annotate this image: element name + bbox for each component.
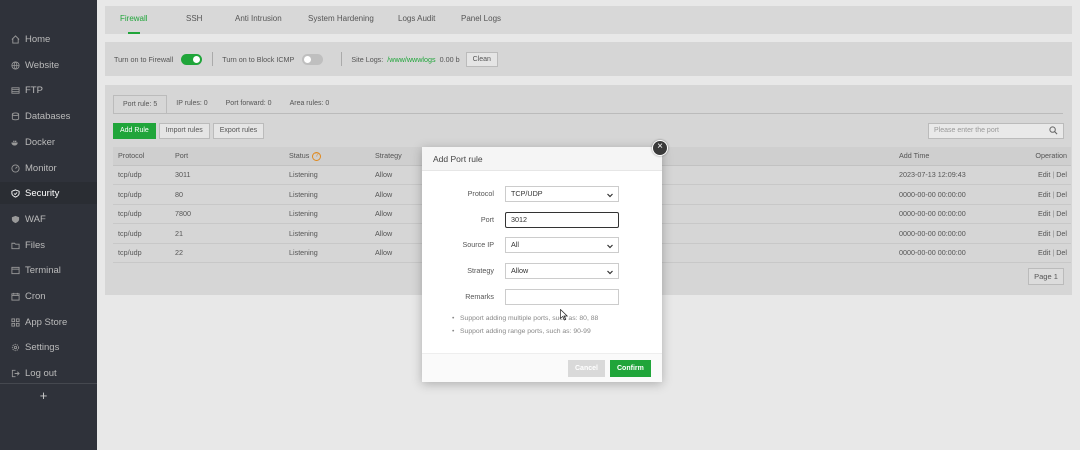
- dialog-title: Add Port rule: [422, 147, 662, 171]
- strategy-row: Strategy Allow: [422, 263, 662, 281]
- protocol-row: Protocol TCP/UDP: [422, 186, 662, 204]
- remarks-row: Remarks: [422, 289, 662, 307]
- tip-item: Support adding range ports, such as: 90-…: [452, 328, 598, 341]
- strategy-select[interactable]: Allow: [505, 263, 619, 279]
- source-ip-label: Source IP: [462, 240, 494, 249]
- cancel-button[interactable]: Cancel: [568, 360, 605, 377]
- tip-item: Support adding multiple ports, such as: …: [452, 315, 598, 328]
- dialog-footer: Cancel Confirm: [422, 353, 662, 382]
- mouse-cursor-icon: [560, 309, 568, 321]
- port-value: 3012: [511, 215, 527, 224]
- remarks-label: Remarks: [465, 292, 494, 301]
- remarks-input[interactable]: [505, 289, 619, 305]
- protocol-label: Protocol: [467, 189, 494, 198]
- chevron-down-icon: [606, 190, 614, 198]
- port-row: Port 3012: [422, 212, 662, 230]
- add-port-rule-dialog: Add Port rule × Protocol TCP/UDP Port 30…: [422, 140, 668, 382]
- chevron-down-icon: [606, 241, 614, 249]
- strategy-label: Strategy: [467, 266, 494, 275]
- protocol-select[interactable]: TCP/UDP: [505, 186, 619, 202]
- port-label: Port: [480, 215, 494, 224]
- protocol-value: TCP/UDP: [511, 189, 543, 198]
- close-icon[interactable]: ×: [652, 140, 668, 156]
- dialog-tips: Support adding multiple ports, such as: …: [452, 315, 598, 341]
- port-input[interactable]: 3012: [505, 212, 619, 228]
- confirm-button[interactable]: Confirm: [610, 360, 651, 377]
- chevron-down-icon: [606, 267, 614, 275]
- strategy-value: Allow: [511, 266, 529, 275]
- source-ip-value: All: [511, 240, 519, 249]
- source-ip-select[interactable]: All: [505, 237, 619, 253]
- source-ip-row: Source IP All: [422, 237, 662, 255]
